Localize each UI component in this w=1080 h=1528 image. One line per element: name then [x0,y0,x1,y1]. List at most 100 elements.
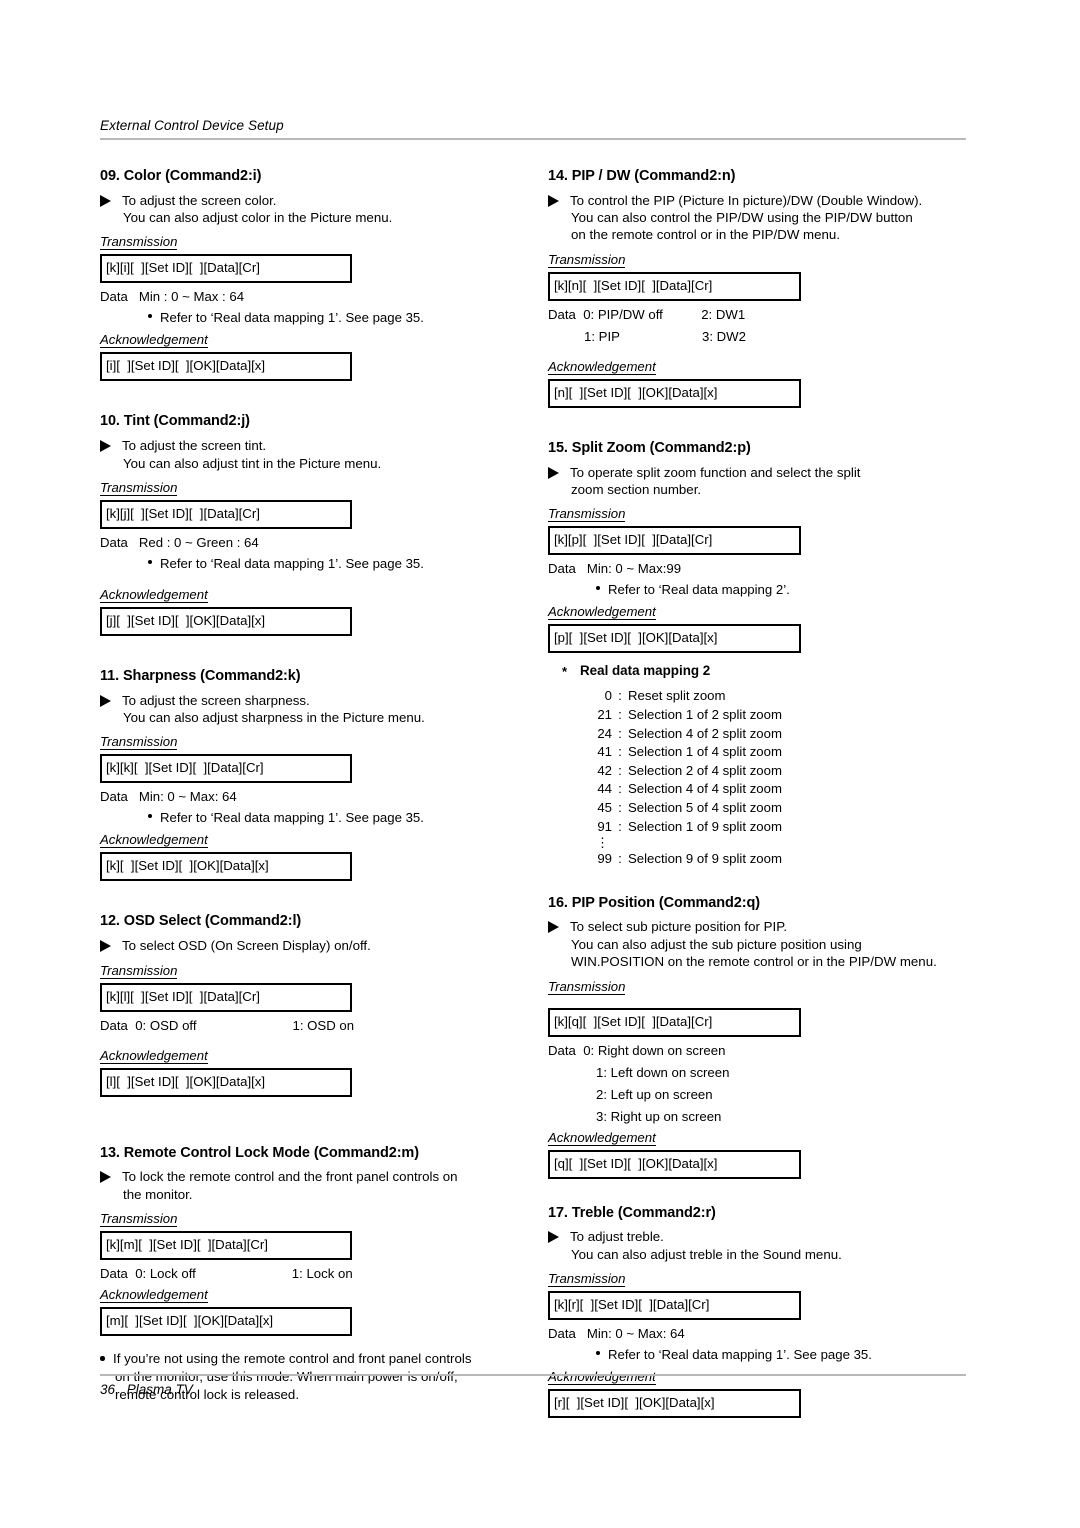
section-title: 17. Treble (Command2:r) [548,1204,716,1221]
description-line: To adjust the screen color. [122,192,277,208]
description-line: To adjust the screen tint. [122,438,267,454]
transmission-command-box: [k][i][ ][Set ID][ ][Data][Cr] [100,254,352,284]
reference-note: Refer to ‘Real data mapping 1’. See page… [148,309,540,327]
data-row: 1: Left down on screen [548,1063,968,1082]
transmission-label: Transmission [100,479,178,496]
mapping-key: 24 [597,725,612,741]
bullet-dot-icon [148,314,152,319]
data-option: 1: OSD on [292,1017,355,1033]
reference-note-text: Refer to ‘Real data mapping 1’. See page… [160,310,424,326]
description-line: To select sub picture position for PIP. [570,919,788,935]
section-osd-select: 12. OSD Select (Command2:l) To select OS… [100,913,540,1097]
acknowledgement-command-box: [i][ ][Set ID][ ][OK][Data][x] [100,352,352,382]
mapping-separator: : [618,851,622,867]
acknowledgement-command-box: [l][ ][Set ID][ ][OK][Data][x] [100,1067,352,1097]
triangle-bullet-icon [548,1231,559,1244]
transmission-command-box: [k][m][ ][Set ID][ ][Data][Cr] [100,1231,352,1261]
mapping-row: 41: Selection 1 of 4 split zoom [590,743,968,762]
description-line: on the remote control or in the PIP/DW m… [571,227,841,243]
acknowledgement-command-box: [q][ ][Set ID][ ][OK][Data][x] [548,1149,801,1179]
acknowledgement-label: Acknowledgement [548,604,656,621]
reference-note: Refer to ‘Real data mapping 2’. [596,581,968,599]
section-title: 13. Remote Control Lock Mode (Command2:m… [100,1144,419,1161]
data-label: Data [100,1266,128,1282]
bullet-dot-icon [148,814,152,819]
transmission-command-box: [k][r][ ][Set ID][ ][Data][Cr] [548,1291,801,1321]
data-row: 1: PIP 3: DW2 [548,327,968,346]
data-row: Data Min: 0 ~ Max: 64 [548,1324,968,1343]
asterisk-icon: * [562,664,568,680]
mapping-value: Selection 1 of 9 split zoom [628,818,782,834]
data-label: Data [100,789,128,805]
vertical-ellipsis-icon: ⋮ [596,835,609,851]
mapping-row: 24: Selection 4 of 2 split zoom [590,725,968,744]
acknowledgement-command-box: [k][ ][Set ID][ ][OK][Data][x] [100,852,352,882]
transmission-label: Transmission [100,962,178,979]
data-label: Data [100,1017,128,1033]
section-title: 15. Split Zoom (Command2:p) [548,439,751,456]
data-option: 0: OSD off [135,1017,197,1033]
mapping-title: * Real data mapping 2 [562,662,968,680]
section-description: To select sub picture position for PIP. … [548,918,968,970]
page-header: External Control Device Setup [100,118,966,140]
footer-text: 36 Plasma TV [100,1382,966,1397]
mapping-separator: : [618,744,622,760]
section-description: To adjust the screen color. You can also… [100,192,540,227]
transmission-label: Transmission [548,1271,626,1288]
transmission-label: Transmission [548,506,626,523]
section-split-zoom: 15. Split Zoom (Command2:p) To operate s… [548,440,968,869]
triangle-bullet-icon [548,194,559,207]
right-column: 14. PIP / DW (Command2:n) To control the… [548,168,968,1422]
description-line: You can also adjust color in the Picture… [123,210,393,226]
mapping-value: Selection 9 of 9 split zoom [628,851,782,867]
data-label: Data [100,534,128,550]
section-title: 10. Tint (Command2:j) [100,413,250,430]
mapping-value: Selection 1 of 4 split zoom [628,744,782,760]
mapping-row: 91: Selection 1 of 9 split zoom [590,818,968,837]
reference-note-text: Refer to ‘Real data mapping 2’. [608,582,790,598]
data-row: Data 0: Right down on screen [548,1041,968,1060]
transmission-label: Transmission [548,251,626,268]
transmission-command-box: [k][q][ ][Set ID][ ][Data][Cr] [548,1007,801,1037]
data-row: Data 0: PIP/DW off 2: DW1 [548,305,968,324]
data-label: Data [548,306,576,322]
mapping-key: 21 [597,706,612,722]
acknowledgement-label: Acknowledgement [100,1047,208,1064]
section-description: To lock the remote control and the front… [100,1168,540,1203]
acknowledgement-command-box: [m][ ][Set ID][ ][OK][Data][x] [100,1307,352,1337]
data-row: 2: Left up on screen [548,1085,968,1104]
transmission-command-box: [k][n][ ][Set ID][ ][Data][Cr] [548,271,801,301]
mapping-key: 44 [597,781,612,797]
mapping-key: 0 [604,688,612,704]
mapping-value: Reset split zoom [628,688,726,704]
mapping-key: 41 [597,744,612,760]
data-option: 0: Right down on screen [583,1042,726,1058]
section-description: To select OSD (On Screen Display) on/off… [100,937,540,954]
bullet-dot-icon [596,586,600,591]
triangle-bullet-icon [100,694,111,707]
transmission-label: Transmission [100,734,178,751]
data-row: 3: Right up on screen [548,1107,968,1126]
transmission-label: Transmission [100,234,178,251]
mapping-value: Selection 4 of 2 split zoom [628,725,782,741]
reference-note-text: Refer to ‘Real data mapping 1’. See page… [160,555,424,571]
acknowledgement-command-box: [p][ ][Set ID][ ][OK][Data][x] [548,624,801,654]
triangle-bullet-icon [548,466,559,479]
mapping-separator: : [618,762,622,778]
mapping-row: 21: Selection 1 of 2 split zoom [590,706,968,725]
section-pip-dw: 14. PIP / DW (Command2:n) To control the… [548,168,968,408]
triangle-bullet-icon [100,1171,111,1184]
acknowledgement-label: Acknowledgement [548,358,656,375]
mapping-row: 99: Selection 9 of 9 split zoom [590,850,968,869]
section-tint: 10. Tint (Command2:j) To adjust the scre… [100,413,540,636]
section-description: To operate split zoom function and selec… [548,464,968,499]
mapping-value: Selection 4 of 4 split zoom [628,781,782,797]
footer-divider [100,1374,966,1376]
section-title: 11. Sharpness (Command2:k) [100,667,301,684]
